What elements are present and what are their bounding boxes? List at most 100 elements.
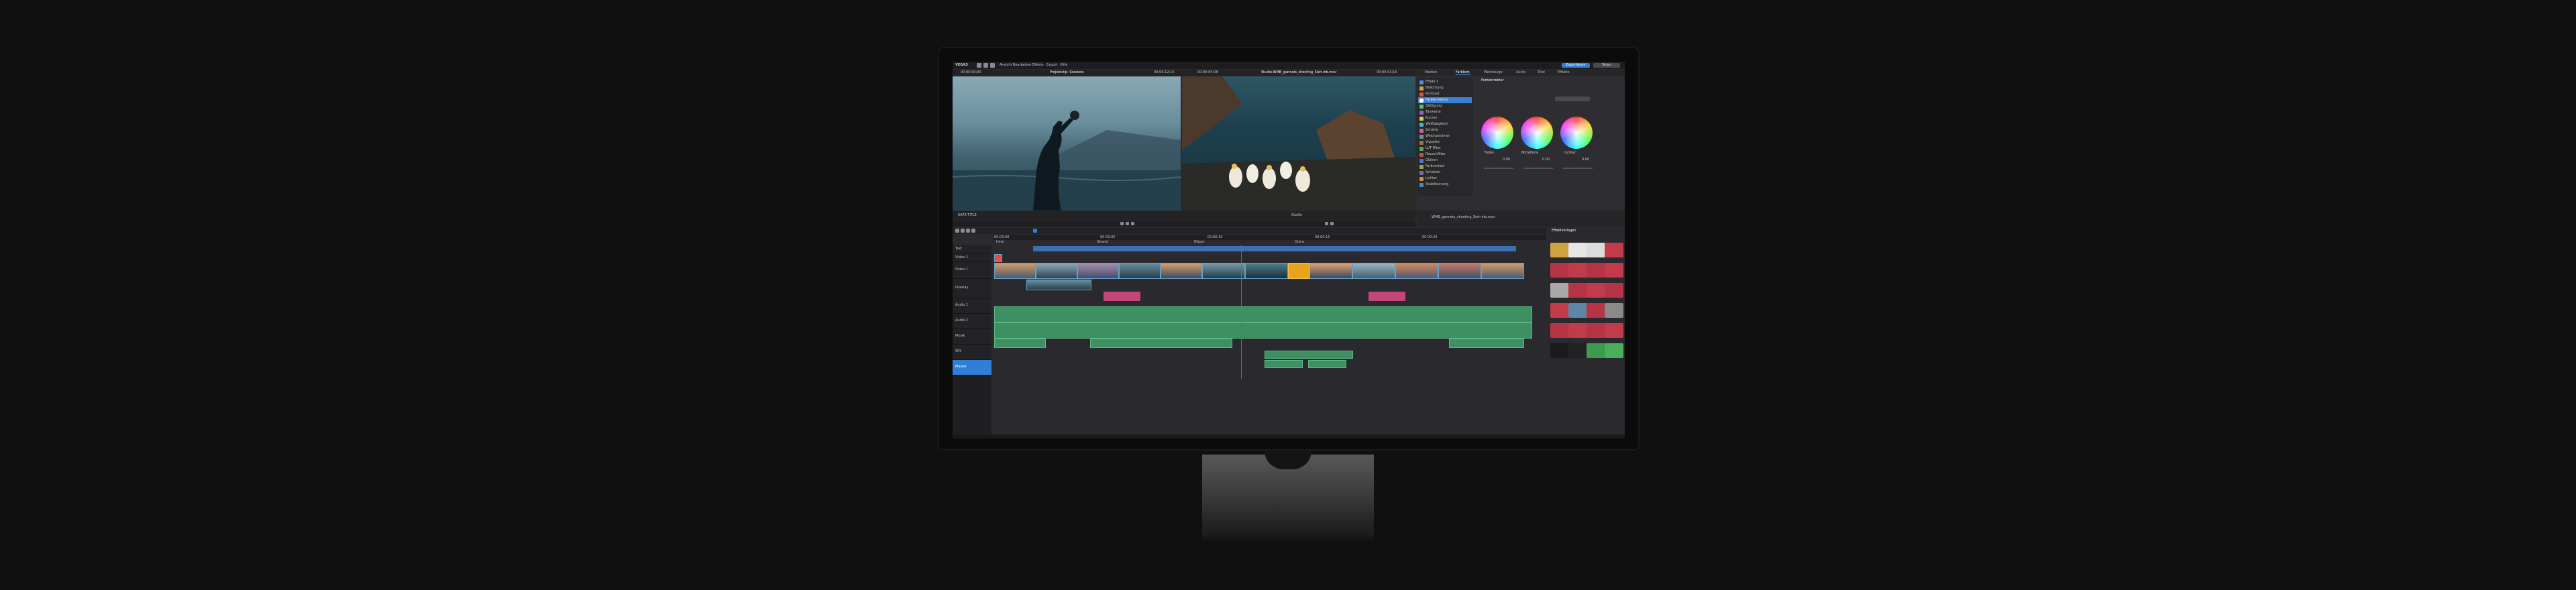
effect-preset[interactable] [1605, 343, 1623, 358]
menu-effects[interactable]: Effekte [1032, 64, 1044, 67]
video-clip[interactable] [1036, 263, 1077, 279]
marker-clip[interactable] [1368, 292, 1405, 301]
video-clip[interactable] [1077, 263, 1119, 279]
right-viewer[interactable] [1182, 76, 1415, 211]
effect-preset[interactable] [1587, 303, 1605, 318]
effect-preset[interactable] [1550, 323, 1569, 338]
video-clip[interactable] [1202, 263, 1245, 279]
effect-preset[interactable] [1605, 323, 1623, 338]
video-clip[interactable] [1352, 263, 1395, 279]
effect-item[interactable]: Sättigung [1419, 103, 1442, 109]
track-area[interactable] [993, 245, 1546, 434]
effect-item[interactable]: Weichzeichner [1419, 133, 1450, 139]
video-clip[interactable] [1161, 263, 1202, 279]
select-tool-icon[interactable] [955, 229, 959, 233]
tab-effects[interactable]: Effekte [1558, 71, 1570, 74]
effect-preset[interactable] [1587, 343, 1605, 358]
shadows-value[interactable]: 0.00 [1503, 158, 1510, 162]
menu-edit[interactable]: Bearbeiten [1013, 64, 1031, 67]
tab-media[interactable]: Medien [1425, 71, 1437, 74]
effect-item[interactable]: Tonwerte [1419, 109, 1441, 115]
effect-item-selected[interactable]: Farbkorrektur [1418, 97, 1472, 103]
export-button[interactable]: Exportieren [1562, 63, 1590, 68]
play-icon[interactable] [1126, 222, 1129, 225]
effect-item[interactable]: Kurven [1419, 115, 1437, 121]
share-button[interactable]: Teilen [1593, 63, 1620, 68]
menu-view[interactable]: Ansicht [1000, 64, 1012, 67]
video-clip[interactable] [1245, 263, 1288, 279]
trim-tool-icon[interactable] [966, 229, 970, 233]
tab-audio[interactable]: Audio [1516, 71, 1525, 74]
track-header[interactable]: Audio 2 [953, 314, 991, 329]
menu-help[interactable]: Hilfe [1060, 64, 1067, 67]
effect-preset[interactable] [1568, 323, 1587, 338]
tab-tools[interactable]: Werkzeuge [1484, 71, 1503, 74]
effect-preset[interactable] [1550, 283, 1569, 298]
source-play-icon[interactable] [1325, 222, 1328, 225]
effect-preset[interactable] [1605, 243, 1623, 257]
effect-item[interactable]: Schärfe [1419, 127, 1438, 133]
left-viewer[interactable] [953, 76, 1181, 211]
shadows-color-wheel[interactable] [1481, 117, 1513, 149]
effect-preset[interactable] [1605, 303, 1623, 318]
save-project-icon[interactable] [990, 63, 995, 68]
marker-clip[interactable] [1104, 292, 1140, 301]
effect-item[interactable]: Effekt 1 [1419, 79, 1438, 85]
effect-item[interactable]: LUT-Filter [1419, 145, 1441, 152]
audio-clip[interactable] [994, 322, 1532, 339]
effect-item[interactable]: Stabilisierung [1419, 182, 1448, 188]
effect-preset[interactable] [1587, 283, 1605, 298]
audio-clip[interactable] [1265, 351, 1353, 359]
title-clip[interactable] [1033, 246, 1516, 251]
video-clip[interactable] [994, 263, 1036, 279]
effect-item[interactable]: Rauschfilter [1419, 152, 1446, 158]
track-header[interactable]: Overlay [953, 279, 991, 298]
razor-tool-icon[interactable] [971, 229, 975, 233]
video-clip[interactable] [1119, 263, 1161, 279]
source-stop-icon[interactable] [1330, 222, 1334, 225]
menu-export[interactable]: Export [1046, 64, 1057, 67]
audio-clip[interactable] [994, 306, 1532, 322]
highlights-color-wheel[interactable] [1560, 117, 1593, 149]
shadows-slider[interactable] [1484, 168, 1513, 169]
track-header[interactable]: Text [953, 245, 991, 253]
effect-preset[interactable] [1587, 263, 1605, 278]
effect-item[interactable]: Lichter [1419, 176, 1437, 182]
next-frame-icon[interactable] [1131, 222, 1134, 225]
video-clip[interactable] [1395, 263, 1438, 279]
audio-clip[interactable] [994, 339, 1046, 348]
video-clip[interactable] [1438, 263, 1481, 279]
track-header[interactable]: Video 1 [953, 262, 991, 279]
effect-preset[interactable] [1550, 263, 1569, 278]
open-project-icon[interactable] [983, 63, 988, 68]
timeline-ruler[interactable]: 00:00:00 00:00:05 00:00:10 00:00:15 00:0… [993, 235, 1546, 240]
video-clip[interactable] [994, 254, 1002, 262]
audio-clip[interactable] [1449, 339, 1524, 348]
overlay-clip[interactable] [1026, 280, 1091, 290]
track-header[interactable]: Musik [953, 329, 991, 345]
audio-clip[interactable] [1308, 360, 1346, 368]
audio-clip[interactable] [1265, 360, 1303, 368]
effect-preset[interactable] [1568, 243, 1587, 257]
prev-frame-icon[interactable] [1120, 222, 1124, 225]
effect-item[interactable]: Schatten [1419, 170, 1440, 176]
effect-item[interactable]: Kontrast [1419, 91, 1440, 97]
highlights-slider[interactable] [1563, 168, 1593, 169]
effect-preset[interactable] [1605, 263, 1623, 278]
effect-preset[interactable] [1550, 343, 1569, 358]
video-clip[interactable] [1309, 263, 1352, 279]
midtones-color-wheel[interactable] [1521, 117, 1553, 149]
tab-color[interactable]: Farbkorr. [1456, 71, 1470, 75]
auto-correct-button[interactable] [1555, 97, 1590, 101]
effect-item[interactable]: Vignette [1419, 139, 1440, 145]
effect-item[interactable]: Weißabgleich [1419, 121, 1448, 127]
highlights-value[interactable]: 0.00 [1582, 158, 1589, 162]
track-header[interactable]: Audio 1 [953, 298, 991, 314]
tab-title[interactable]: Titel [1538, 71, 1545, 74]
effect-preset[interactable] [1550, 243, 1569, 257]
new-project-icon[interactable] [977, 63, 981, 68]
playhead[interactable] [1241, 245, 1242, 379]
effect-preset[interactable] [1568, 343, 1587, 358]
track-header[interactable]: Video 2 [953, 253, 991, 262]
midtones-value[interactable]: 0.00 [1542, 158, 1550, 162]
